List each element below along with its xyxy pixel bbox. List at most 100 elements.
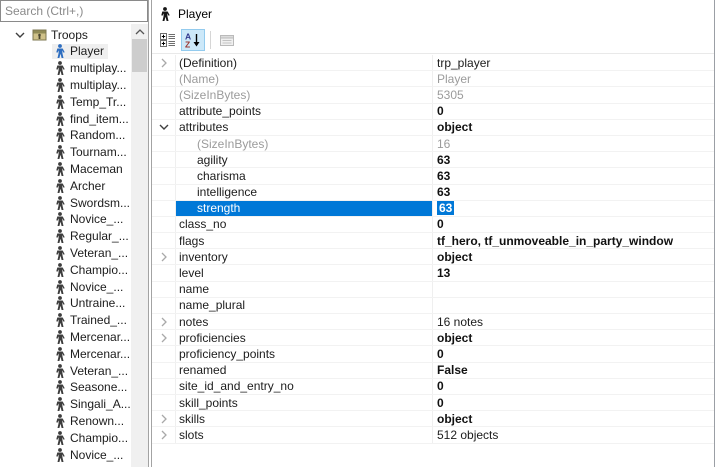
tree-item[interactable]: Mercenar... — [0, 329, 131, 346]
property-name-cell[interactable]: (Name) — [176, 71, 433, 86]
property-value-cell[interactable]: 5305 — [433, 87, 714, 102]
tree-item[interactable]: Maceman — [0, 161, 131, 178]
property-value-cell[interactable]: 0 — [433, 104, 714, 119]
collapse-icon[interactable] — [159, 122, 169, 132]
property-row[interactable]: site_id_and_entry_no 0 — [152, 379, 714, 395]
property-name-cell[interactable]: attributes — [176, 120, 433, 135]
tree-item[interactable]: Champio... — [0, 261, 131, 278]
property-value-cell[interactable]: 0 — [433, 346, 714, 361]
expand-icon[interactable] — [159, 414, 169, 424]
property-value-cell[interactable]: 63 — [433, 152, 714, 167]
expand-icon[interactable] — [159, 430, 169, 440]
property-name-cell[interactable]: charisma — [176, 168, 433, 183]
tree-item[interactable]: Singali_A... — [0, 396, 131, 413]
property-value-cell[interactable]: 63 — [433, 185, 714, 200]
property-name-cell[interactable]: (SizeInBytes) — [176, 136, 433, 151]
row-gutter[interactable] — [152, 185, 176, 200]
property-name-cell[interactable]: attribute_points — [176, 104, 433, 119]
property-value-cell[interactable]: trp_player — [433, 55, 714, 70]
row-gutter[interactable] — [152, 330, 176, 345]
tree-item[interactable]: Random... — [0, 127, 131, 144]
property-row[interactable]: skills object — [152, 411, 714, 427]
tree-item[interactable]: Archer — [0, 177, 131, 194]
property-row[interactable]: proficiency_points 0 — [152, 346, 714, 362]
property-row[interactable]: strength 63 — [152, 201, 714, 217]
property-name-cell[interactable]: skill_points — [176, 395, 433, 410]
property-value-cell[interactable] — [433, 282, 714, 297]
row-gutter[interactable] — [152, 282, 176, 297]
property-value-cell[interactable]: 13 — [433, 265, 714, 280]
property-name-cell[interactable]: level — [176, 265, 433, 280]
property-value-cell[interactable]: 0 — [433, 217, 714, 232]
tree-item[interactable]: Player — [0, 43, 131, 60]
property-row[interactable]: class_no 0 — [152, 217, 714, 233]
row-gutter[interactable] — [152, 298, 176, 313]
row-gutter[interactable] — [152, 314, 176, 329]
expand-icon[interactable] — [159, 58, 169, 68]
row-gutter[interactable] — [152, 233, 176, 248]
property-value-cell[interactable]: object — [433, 330, 714, 345]
property-row[interactable]: inventory object — [152, 249, 714, 265]
tree-item[interactable]: Seasone... — [0, 379, 131, 396]
property-name-cell[interactable]: slots — [176, 427, 433, 442]
property-row[interactable]: (SizeInBytes) 5305 — [152, 87, 714, 103]
row-gutter[interactable] — [152, 346, 176, 361]
tree-item[interactable]: Mercenar... — [0, 345, 131, 362]
property-value-cell[interactable]: tf_hero, tf_unmoveable_in_party_window — [433, 233, 714, 248]
property-value-cell[interactable]: 63 — [433, 168, 714, 183]
row-gutter[interactable] — [152, 136, 176, 151]
property-row[interactable]: name — [152, 282, 714, 298]
property-name-cell[interactable]: intelligence — [176, 185, 433, 200]
row-gutter[interactable] — [152, 168, 176, 183]
tree-item[interactable]: Tournam... — [0, 144, 131, 161]
property-value-cell[interactable]: 63 — [433, 201, 714, 216]
tree-item[interactable]: Veteran_... — [0, 245, 131, 262]
property-name-cell[interactable]: inventory — [176, 249, 433, 264]
property-name-cell[interactable]: notes — [176, 314, 433, 329]
property-value-cell[interactable]: object — [433, 249, 714, 264]
expand-icon[interactable] — [159, 252, 169, 262]
property-name-cell[interactable]: renamed — [176, 363, 433, 378]
property-name-cell[interactable]: (Definition) — [176, 55, 433, 70]
property-row[interactable]: skill_points 0 — [152, 395, 714, 411]
row-gutter[interactable] — [152, 265, 176, 280]
property-name-cell[interactable]: site_id_and_entry_no — [176, 379, 433, 394]
scrollbar-up-button[interactable] — [131, 24, 148, 40]
tree-item[interactable]: Trained_... — [0, 312, 131, 329]
property-value-cell[interactable]: object — [433, 411, 714, 426]
property-value-cell[interactable]: 0 — [433, 379, 714, 394]
property-name-cell[interactable]: proficiencies — [176, 330, 433, 345]
row-gutter[interactable] — [152, 217, 176, 232]
property-row[interactable]: intelligence 63 — [152, 185, 714, 201]
property-row[interactable]: agility 63 — [152, 152, 714, 168]
property-row[interactable]: (SizeInBytes) 16 — [152, 136, 714, 152]
property-row[interactable]: proficiencies object — [152, 330, 714, 346]
tree-item[interactable]: Novice_... — [0, 446, 131, 463]
property-name-cell[interactable]: skills — [176, 411, 433, 426]
alphabetical-sort-button[interactable]: A Z — [181, 29, 205, 51]
tree-item[interactable]: Champio... — [0, 429, 131, 446]
property-value-cell[interactable]: Player — [433, 71, 714, 86]
property-name-cell[interactable]: flags — [176, 233, 433, 248]
row-gutter[interactable] — [152, 55, 176, 70]
row-gutter[interactable] — [152, 249, 176, 264]
tree-item[interactable]: multiplay... — [0, 77, 131, 94]
row-gutter[interactable] — [152, 120, 176, 135]
tree-item[interactable]: Veteran_... — [0, 362, 131, 379]
tree-item[interactable]: find_item... — [0, 110, 131, 127]
row-gutter[interactable] — [152, 395, 176, 410]
property-value-cell[interactable]: False — [433, 363, 714, 378]
property-row[interactable]: slots 512 objects — [152, 427, 714, 443]
expand-icon[interactable] — [159, 317, 169, 327]
row-gutter[interactable] — [152, 363, 176, 378]
property-row[interactable]: name_plural — [152, 298, 714, 314]
row-gutter[interactable] — [152, 152, 176, 167]
expand-icon[interactable] — [159, 333, 169, 343]
row-gutter[interactable] — [152, 87, 176, 102]
tree-node-troops[interactable]: Troops — [0, 26, 131, 43]
tree-scrollbar[interactable] — [131, 24, 148, 467]
tree-item[interactable]: Regular_... — [0, 228, 131, 245]
property-value-cell[interactable]: 512 objects — [433, 427, 714, 442]
tree-item[interactable]: Untraine... — [0, 295, 131, 312]
row-gutter[interactable] — [152, 411, 176, 426]
